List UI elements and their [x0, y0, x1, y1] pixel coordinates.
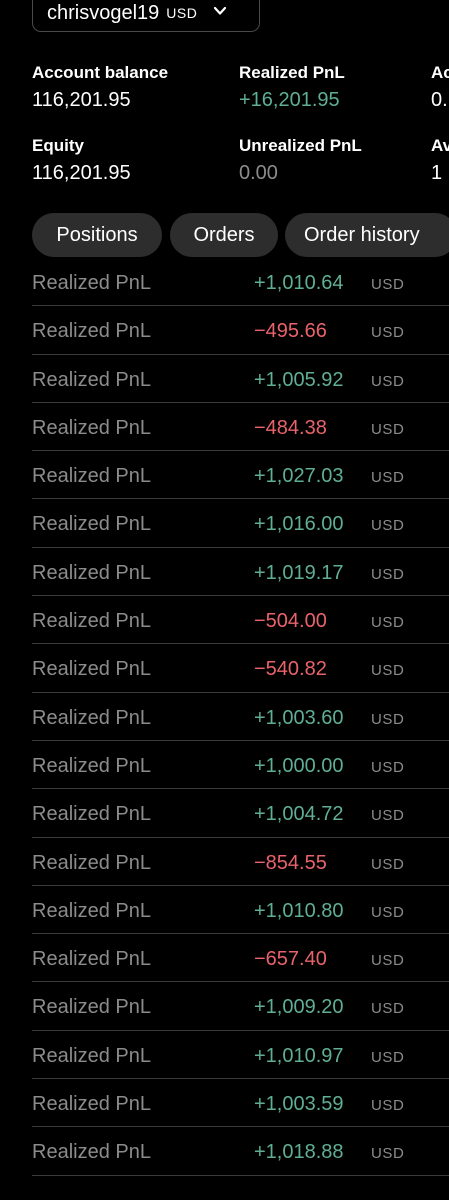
pnl-amount-negative: −657.40	[254, 948, 327, 971]
pnl-amount-positive: +1,010.64	[254, 272, 344, 294]
pnl-amount-positive: +1,016.00	[254, 513, 344, 536]
row-currency: USD	[371, 710, 405, 728]
row-currency: USD	[371, 276, 405, 293]
pnl-amount-positive: +1,010.80	[254, 899, 344, 922]
row-label: Realized PnL	[32, 1044, 151, 1067]
history-row[interactable]: Realized PnL +1,010.80 USD	[32, 886, 449, 935]
history-row[interactable]: Realized PnL +1,010.97 USD	[32, 1031, 449, 1080]
row-label: Realized PnL	[32, 513, 151, 536]
pnl-amount-positive: +1,019.17	[254, 561, 344, 584]
history-row[interactable]: Realized PnL +1,003.59 USD	[32, 1079, 449, 1128]
row-label: Realized PnL	[32, 465, 151, 488]
row-label: Realized PnL	[32, 1141, 151, 1164]
row-currency: USD	[371, 420, 405, 438]
row-currency: USD	[371, 903, 405, 921]
row-currency: USD	[371, 1000, 405, 1018]
pnl-amount-positive: +1,010.97	[254, 1044, 344, 1067]
history-row[interactable]: Realized PnL +1,003.60 USD	[32, 693, 449, 741]
history-row[interactable]: Realized PnL +1,016.00 USD	[32, 499, 449, 548]
row-currency: USD	[371, 469, 405, 487]
order-history-list: Realized PnL +1,010.64 USD Realized PnL −495…	[32, 258, 449, 1176]
pnl-amount-negative: −540.82	[254, 658, 327, 681]
row-currency: USD	[371, 614, 405, 632]
row-label: Realized PnL	[32, 658, 151, 681]
pnl-amount-positive: +1,005.92	[254, 368, 344, 391]
unrealized-pnl-label: Unrealized PnL	[239, 136, 362, 155]
third-stat-bottom-value: 1	[431, 162, 443, 184]
pnl-amount-positive: +1,000.00	[254, 754, 344, 777]
tab-order-history[interactable]: Order history	[285, 213, 449, 257]
pnl-amount-positive: +1,018.88	[254, 1141, 344, 1164]
tab-positions[interactable]: Positions	[32, 213, 162, 257]
account-balance-value: 116,201.95	[32, 89, 131, 111]
tab-orders[interactable]: Orders	[170, 213, 278, 257]
row-label: Realized PnL	[32, 948, 151, 971]
history-row[interactable]: Realized PnL +1,009.20 USD	[32, 982, 449, 1031]
realized-pnl-value: +16,201.95	[239, 89, 340, 111]
history-row[interactable]: Realized PnL −504.00 USD	[32, 596, 449, 645]
pnl-amount-positive: +1,004.72	[254, 803, 344, 826]
row-currency: USD	[371, 1145, 405, 1163]
equity-label: Equity	[32, 136, 84, 155]
realized-pnl-label: Realized PnL	[239, 63, 345, 82]
row-currency: USD	[371, 565, 405, 583]
pnl-amount-positive: +1,009.20	[254, 996, 344, 1019]
row-label: Realized PnL	[32, 706, 151, 729]
history-row[interactable]: Realized PnL +1,010.64 USD	[32, 258, 449, 307]
row-currency: USD	[371, 758, 405, 776]
row-label: Realized PnL	[32, 416, 151, 439]
history-row[interactable]: Realized PnL −657.40 USD	[32, 934, 449, 983]
row-currency: USD	[371, 855, 405, 873]
history-row[interactable]: Realized PnL −854.55 USD	[32, 838, 449, 886]
account-selector[interactable]: chrisvogel19 USD	[32, 0, 260, 32]
account-name: chrisvogel19	[47, 1, 160, 24]
row-label: Realized PnL	[32, 803, 151, 826]
third-stat-top-label: Ac	[431, 63, 449, 82]
row-currency: USD	[371, 952, 405, 970]
history-row[interactable]: Realized PnL +1,000.00 USD	[32, 741, 449, 790]
pnl-amount-negative: −504.00	[254, 610, 327, 633]
pnl-amount-negative: −495.66	[254, 320, 327, 343]
pnl-amount-positive: +1,003.59	[254, 1093, 344, 1116]
history-row[interactable]: Realized PnL −484.38 USD	[32, 403, 449, 452]
row-currency: USD	[371, 324, 405, 342]
history-row[interactable]: Realized PnL −540.82 USD	[32, 644, 449, 693]
chevron-down-icon	[213, 4, 227, 18]
history-row[interactable]: Realized PnL +1,018.88 USD	[32, 1127, 449, 1176]
pnl-amount-positive: +1,003.60	[254, 706, 344, 729]
row-currency: USD	[371, 662, 405, 680]
row-label: Realized PnL	[32, 996, 151, 1019]
third-stat-top-value: 0.	[431, 89, 448, 111]
pnl-amount-negative: −484.38	[254, 416, 327, 439]
history-row[interactable]: Realized PnL +1,019.17 USD	[32, 548, 449, 597]
third-stat-bottom-label: Av	[431, 136, 449, 155]
row-label: Realized PnL	[32, 851, 151, 874]
row-currency: USD	[371, 807, 405, 825]
row-currency: USD	[371, 1048, 405, 1066]
unrealized-pnl-value: 0.00	[239, 162, 278, 184]
account-balance-label: Account balance	[32, 63, 169, 82]
row-label: Realized PnL	[32, 272, 151, 294]
row-currency: USD	[371, 517, 405, 535]
row-label: Realized PnL	[32, 754, 151, 777]
account-currency: USD	[166, 5, 198, 21]
pnl-amount-positive: +1,027.03	[254, 465, 344, 488]
row-label: Realized PnL	[32, 1093, 151, 1116]
row-label: Realized PnL	[32, 561, 151, 584]
row-label: Realized PnL	[32, 368, 151, 391]
pnl-amount-negative: −854.55	[254, 851, 327, 874]
row-label: Realized PnL	[32, 899, 151, 922]
history-row[interactable]: Realized PnL −495.66 USD	[32, 306, 449, 355]
history-row[interactable]: Realized PnL +1,005.92 USD	[32, 355, 449, 403]
history-row[interactable]: Realized PnL +1,027.03 USD	[32, 451, 449, 500]
equity-value: 116,201.95	[32, 162, 131, 184]
row-currency: USD	[371, 372, 405, 390]
row-currency: USD	[371, 1097, 405, 1115]
row-label: Realized PnL	[32, 610, 151, 633]
history-row[interactable]: Realized PnL +1,004.72 USD	[32, 789, 449, 838]
row-label: Realized PnL	[32, 320, 151, 343]
